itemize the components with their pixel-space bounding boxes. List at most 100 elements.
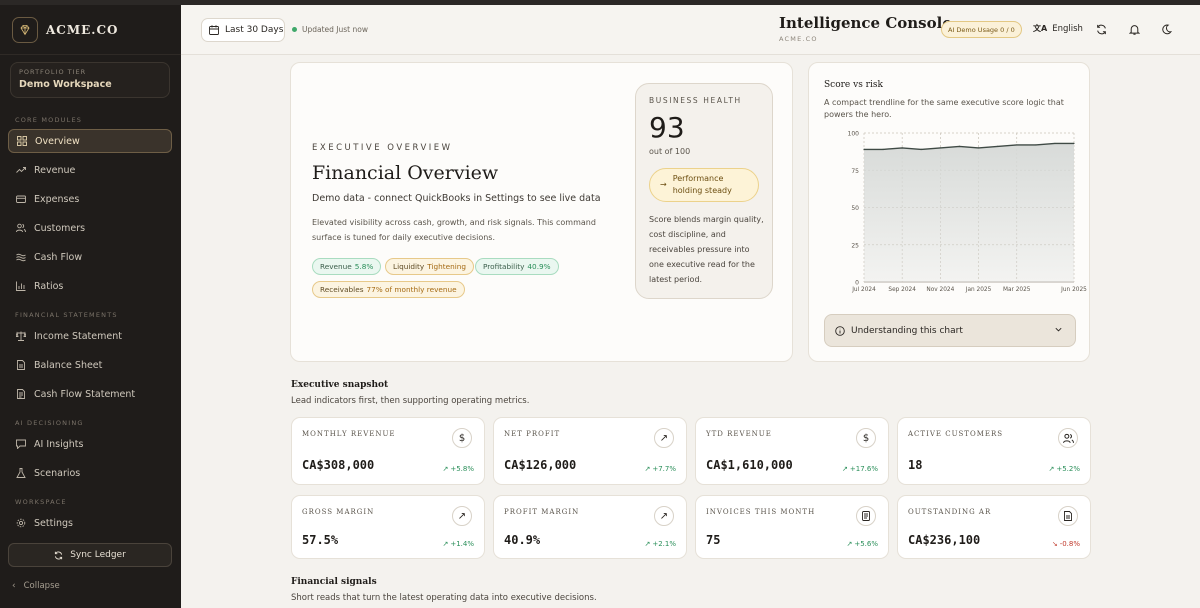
status-dot-icon xyxy=(292,27,297,32)
kpi-delta: ↗ +7.7% xyxy=(644,465,676,473)
score-point xyxy=(939,147,941,149)
chip-profitability: Profitability 40.9% xyxy=(475,258,559,275)
calendar-icon xyxy=(209,25,219,35)
kpi-delta: ↗ +5.2% xyxy=(1048,465,1080,473)
x-tick-label: Mar 2025 xyxy=(1003,287,1031,293)
tier-value: Demo Workspace xyxy=(19,79,112,90)
score-point xyxy=(863,148,865,150)
trend-down-icon: ↘ xyxy=(1051,540,1058,548)
kpi-label: OUTSTANDING AR xyxy=(908,508,992,516)
sidebar-item-ai-insights[interactable]: AI Insights xyxy=(8,432,172,456)
kpi-card[interactable]: ACTIVE CUSTOMERS 18 ↗ +5.2% xyxy=(897,417,1091,485)
kpi-delta-value: +2.1% xyxy=(652,540,676,548)
y-tick-label: 25 xyxy=(851,242,859,249)
y-tick-label: 75 xyxy=(851,168,859,175)
executive-overview-card: EXECUTIVE OVERVIEW Financial Overview De… xyxy=(290,62,793,362)
refresh-icon xyxy=(1096,24,1107,35)
refresh-icon xyxy=(54,551,63,560)
score-point xyxy=(1073,142,1075,145)
refresh-button[interactable] xyxy=(1094,22,1108,36)
kpi-value: 40.9% xyxy=(504,533,541,547)
trend-up-icon: ↗ xyxy=(842,465,848,473)
overview-eyebrow: EXECUTIVE OVERVIEW xyxy=(312,143,453,153)
language-selector[interactable]: 文A English xyxy=(1033,23,1083,34)
portfolio-tier-selector[interactable]: PORTFOLIO TIER Demo Workspace xyxy=(10,62,170,98)
score-point xyxy=(1016,144,1018,146)
theme-toggle-button[interactable] xyxy=(1159,22,1173,36)
sidebar-item-expenses[interactable]: Expenses xyxy=(8,187,172,211)
kpi-delta-value: +5.8% xyxy=(450,465,474,473)
score-point xyxy=(1054,142,1056,145)
sidebar-item-label: Balance Sheet xyxy=(34,359,103,371)
page-title: Intelligence Console xyxy=(779,14,952,32)
score-point xyxy=(920,148,922,150)
waves-icon xyxy=(16,252,26,262)
kpi-delta: ↗ +17.6% xyxy=(842,465,878,473)
kpi-delta: ↗ +5.6% xyxy=(846,540,878,548)
kpi-card[interactable]: PROFIT MARGIN ↗ 40.9% ↗ +2.1% xyxy=(493,495,687,559)
flask-icon xyxy=(16,468,26,478)
notifications-button[interactable] xyxy=(1127,22,1141,36)
trend-up-icon: ↗ xyxy=(644,540,651,548)
sidebar-item-label: Overview xyxy=(35,135,80,147)
trend-up-icon: ↗ xyxy=(452,506,472,526)
kpi-card[interactable]: INVOICES THIS MONTH 75 ↗ +5.6% xyxy=(695,495,889,559)
chip-value: 5.8% xyxy=(354,262,374,271)
kpi-card[interactable]: YTD REVENUE $ CA$1,610,000 ↗ +17.6% xyxy=(695,417,889,485)
understanding-chart-label: Understanding this chart xyxy=(851,325,963,336)
health-out-of: out of 100 xyxy=(649,147,691,156)
trend-up-icon: ↗ xyxy=(644,465,651,473)
sidebar-item-label: Revenue xyxy=(34,164,76,176)
health-status-badge: → Performance holding steady xyxy=(649,168,759,202)
health-score: 93 xyxy=(649,111,685,144)
collapse-sidebar-button[interactable]: ‹ Collapse xyxy=(12,581,60,591)
kpi-card[interactable]: MONTHLY REVENUE $ CA$308,000 ↗ +5.8% xyxy=(291,417,485,485)
sidebar-item-scenarios[interactable]: Scenarios xyxy=(8,461,172,485)
brand[interactable]: ACME.CO xyxy=(0,5,181,55)
understanding-chart-toggle[interactable]: Understanding this chart xyxy=(824,314,1076,347)
kpi-delta-value: +5.6% xyxy=(854,540,878,548)
tier-label: PORTFOLIO TIER xyxy=(19,68,87,76)
signals-subtitle: Short reads that turn the latest operati… xyxy=(291,593,597,603)
kpi-card[interactable]: GROSS MARGIN ↗ 57.5% ↗ +1.4% xyxy=(291,495,485,559)
kpi-delta: ↘ -0.8% xyxy=(1052,540,1080,548)
sidebar-item-income-statement[interactable]: Income Statement xyxy=(8,324,172,348)
health-description: Score blends margin quality, cost discip… xyxy=(649,215,764,284)
kpi-card[interactable]: OUTSTANDING AR CA$236,100 ↘ -0.8% xyxy=(897,495,1091,559)
sidebar-item-overview[interactable]: Overview xyxy=(8,129,172,153)
score-point xyxy=(1035,144,1037,146)
score-point xyxy=(997,145,999,148)
sidebar-item-balance-sheet[interactable]: Balance Sheet xyxy=(8,353,172,377)
sync-ledger-button[interactable]: Sync Ledger xyxy=(8,543,172,567)
kpi-value: CA$308,000 xyxy=(302,458,375,472)
page-subtitle: ACME.CO xyxy=(779,35,818,43)
kpi-value: CA$1,610,000 xyxy=(706,458,793,472)
kpi-delta: ↗ +5.8% xyxy=(442,465,474,473)
snapshot-title: Executive snapshot xyxy=(291,380,389,390)
sidebar-item-label: Scenarios xyxy=(34,467,81,479)
kpi-label: ACTIVE CUSTOMERS xyxy=(908,430,1004,438)
sidebar-item-cash-flow[interactable]: Cash Flow xyxy=(8,245,172,269)
arrow-right-icon: → xyxy=(660,180,667,189)
score-point xyxy=(958,145,961,148)
sidebar-item-cash-flow-statement[interactable]: Cash Flow Statement xyxy=(8,382,172,406)
x-tick-label: Sep 2024 xyxy=(888,287,916,293)
kpi-delta-value: -0.8% xyxy=(1059,540,1080,548)
kpi-label: NET PROFIT xyxy=(504,430,561,438)
kpi-label: MONTHLY REVENUE xyxy=(302,430,396,438)
score-point xyxy=(901,147,903,149)
chip-label: Revenue xyxy=(320,262,352,271)
sidebar-item-customers[interactable]: Customers xyxy=(8,216,172,240)
kpi-value: CA$236,100 xyxy=(908,533,981,547)
kpi-card[interactable]: NET PROFIT ↗ CA$126,000 ↗ +7.7% xyxy=(493,417,687,485)
chevron-down-icon xyxy=(1054,325,1063,334)
chevron-left-icon: ‹ xyxy=(12,581,16,591)
kpi-label: YTD REVENUE xyxy=(706,430,772,438)
sidebar-item-ratios[interactable]: Ratios xyxy=(8,274,172,298)
translate-icon: 文A xyxy=(1033,24,1048,33)
moon-icon xyxy=(1161,24,1172,35)
date-range-button[interactable]: Last 30 Days xyxy=(201,18,285,42)
sidebar-item-settings[interactable]: Settings xyxy=(8,511,172,535)
kpi-label: PROFIT MARGIN xyxy=(504,508,580,516)
sidebar-item-revenue[interactable]: Revenue xyxy=(8,158,172,182)
